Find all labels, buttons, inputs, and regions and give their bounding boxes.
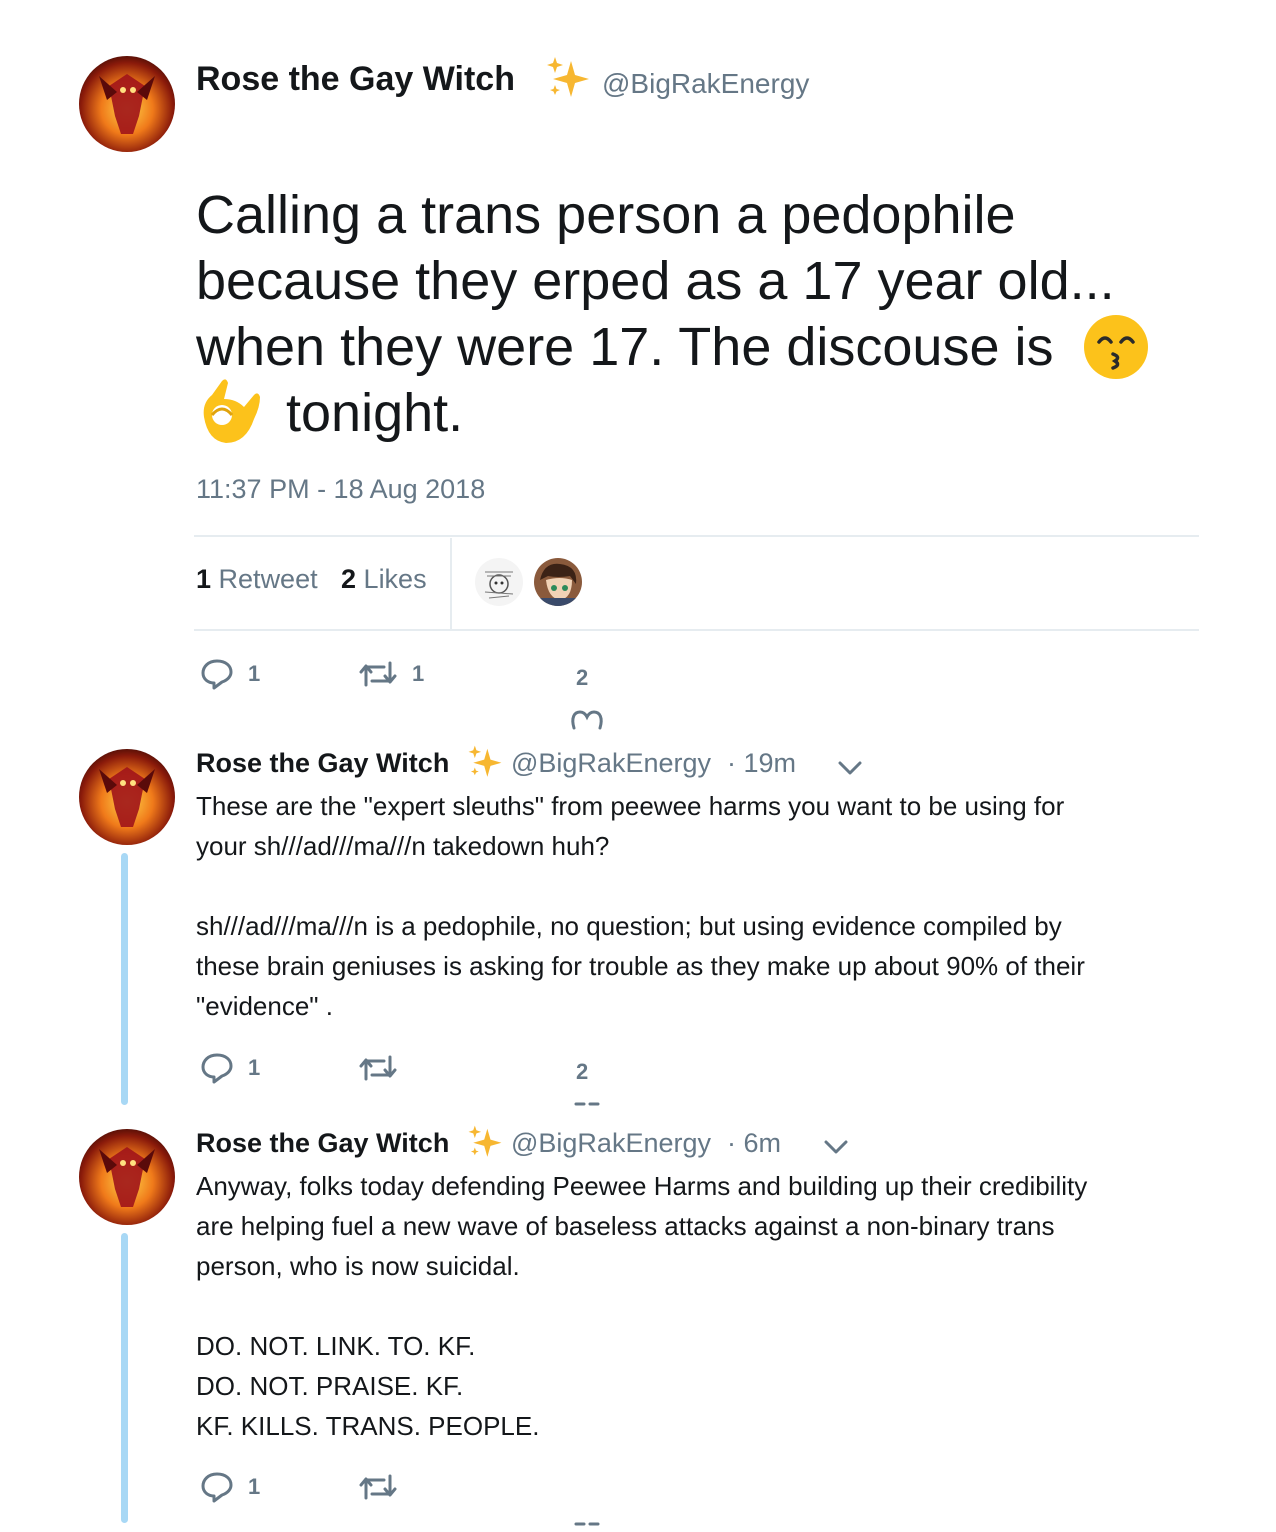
reply-button[interactable]: 1 xyxy=(200,1470,260,1504)
reply-icon xyxy=(201,1053,233,1084)
reply-icon xyxy=(201,659,233,690)
kissing-smiling-eyes-emoji-icon xyxy=(1083,314,1148,379)
author-avatar[interactable] xyxy=(79,1129,175,1225)
chevron-down-icon[interactable] xyxy=(836,758,864,778)
liker-avatar[interactable] xyxy=(534,558,582,606)
author-handle[interactable]: @BigRakEnergy xyxy=(602,68,809,100)
heart-icon[interactable] xyxy=(570,706,604,730)
retweet-stat[interactable]: 1 Retweet xyxy=(196,564,318,595)
reply-count: 1 xyxy=(248,1474,261,1499)
tweet-actions: 1 1 2 xyxy=(196,657,796,697)
retweet-button[interactable]: 1 xyxy=(358,657,424,691)
tweet-text: Calling a trans person a pedophile becau… xyxy=(196,182,1206,447)
thread-line xyxy=(121,1233,128,1523)
sparkles-icon xyxy=(547,57,589,97)
like-count: 2 xyxy=(576,665,589,690)
retweet-stat-count: 1 xyxy=(196,564,212,594)
retweet-button[interactable] xyxy=(358,1051,398,1085)
author-handle[interactable]: @BigRakEnergy xyxy=(511,1128,711,1159)
thread-line xyxy=(121,853,128,1105)
stats-top-divider xyxy=(194,535,1199,537)
reply-count: 1 xyxy=(248,661,261,686)
tweet-timestamp[interactable]: 11:37 PM - 18 Aug 2018 xyxy=(196,474,485,505)
retweet-icon xyxy=(359,1474,397,1500)
tweet-actions: 1 xyxy=(196,1470,796,1510)
retweet-stat-label: Retweet xyxy=(218,564,318,594)
tweet-actions: 1 2 xyxy=(196,1051,796,1091)
liker-avatar[interactable] xyxy=(475,558,523,606)
tweet-text: These are the "expert sleuths" from peew… xyxy=(196,791,1085,1021)
retweet-count: 1 xyxy=(412,661,425,686)
retweet-button[interactable] xyxy=(358,1470,398,1504)
tweet-text-fragment: tonight. xyxy=(286,383,464,443)
tweet-time[interactable]: · 6m xyxy=(727,1128,781,1159)
reply-count: 1 xyxy=(248,1055,261,1080)
author-name[interactable]: Rose the Gay Witch xyxy=(196,748,449,779)
likes-stat-count: 2 xyxy=(341,564,357,594)
chevron-down-icon[interactable] xyxy=(822,1137,850,1157)
ok-hand-emoji-icon xyxy=(203,379,260,443)
reply-icon xyxy=(201,1472,233,1503)
tweet-text-line: tonight. xyxy=(196,379,1206,447)
reply-button[interactable]: 1 xyxy=(200,657,260,691)
likes-stat[interactable]: 2 Likes xyxy=(341,564,427,595)
tweet-text-line: when they were 17. The discouse is xyxy=(196,314,1206,380)
author-avatar[interactable] xyxy=(79,749,175,845)
author-avatar[interactable] xyxy=(79,56,175,152)
tweet-text-line: because they erped as a 17 year old... xyxy=(196,251,1115,311)
like-count: 2 xyxy=(576,1059,589,1084)
tweet-text-line: Calling a trans person a pedophile xyxy=(196,185,1016,245)
retweet-icon xyxy=(359,661,397,687)
heart-icon[interactable] xyxy=(570,1520,604,1526)
stats-bottom-divider xyxy=(194,629,1199,631)
author-name[interactable]: Rose the Gay Witch xyxy=(196,1128,449,1159)
sparkles-icon xyxy=(468,745,502,777)
sparkles-icon xyxy=(468,1125,502,1157)
tweet-text: Anyway, folks today defending Peewee Har… xyxy=(196,1171,1088,1441)
retweet-icon xyxy=(359,1055,397,1081)
reply-button[interactable]: 1 xyxy=(200,1051,260,1085)
likes-stat-label: Likes xyxy=(363,564,427,594)
stats-vertical-divider xyxy=(450,538,452,629)
tweet-text-fragment: when they were 17. The discouse is xyxy=(196,317,1054,377)
author-name[interactable]: Rose the Gay Witch xyxy=(196,60,515,99)
heart-icon[interactable] xyxy=(570,1100,604,1106)
author-handle[interactable]: @BigRakEnergy xyxy=(511,748,711,779)
tweet-time[interactable]: · 19m xyxy=(727,748,796,779)
